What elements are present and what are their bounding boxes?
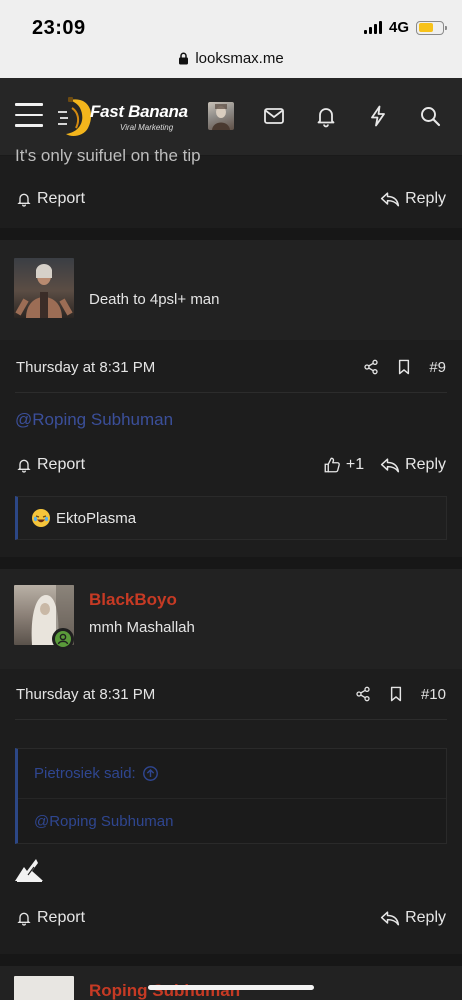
report-label: Report (37, 909, 86, 926)
post-11-userblock: Roping Subhuman (0, 966, 462, 1000)
reply-label: Reply (405, 190, 446, 207)
post-9-actions: Report +1 Reply (0, 445, 462, 485)
post-10-actions: Report Reply (0, 898, 462, 938)
post-10-meta: Thursday at 8:31 PM #10 (0, 669, 462, 719)
post-number[interactable]: #10 (421, 686, 446, 703)
quote-body: @Roping Subhuman (18, 799, 446, 843)
reply-button[interactable]: Reply (380, 456, 446, 474)
status-indicators: 4G (363, 19, 447, 36)
bell-icon (17, 193, 31, 207)
reply-label: Reply (405, 909, 446, 926)
user-mention-link[interactable]: @Roping Subhuman (15, 410, 173, 430)
site-logo[interactable]: Fast Banana Viral Marketing (58, 92, 188, 142)
user-avatar[interactable] (14, 258, 74, 318)
post-10-userblock: BlackBoyo mmh Mashallah (0, 569, 462, 669)
post-image[interactable] (14, 857, 44, 883)
quote-mention-link[interactable]: @Roping Subhuman (34, 813, 173, 830)
arrow-up-circle-icon[interactable] (142, 765, 159, 782)
home-indicator[interactable] (148, 985, 314, 990)
bell-icon (17, 459, 31, 473)
laughing-emoji-icon (32, 509, 50, 527)
quote-author[interactable]: Pietrosiek said: (34, 765, 136, 782)
bookmark-icon[interactable] (389, 686, 403, 702)
online-status-icon (52, 628, 74, 650)
bell-icon[interactable] (314, 104, 338, 128)
quote-block: Pietrosiek said: @Roping Subhuman (15, 748, 447, 844)
share-icon[interactable] (363, 359, 379, 375)
post-9-meta: Thursday at 8:31 PM #9 (0, 342, 462, 392)
ios-status-bar: 23:09 4G looksmax.me (0, 0, 462, 78)
address-bar[interactable]: looksmax.me (0, 50, 462, 67)
user-title: Death to 4psl+ man (89, 291, 220, 308)
username[interactable]: Roping Subhuman (89, 981, 240, 1000)
logo-subtitle: Viral Marketing (120, 123, 174, 132)
reply-icon (381, 911, 400, 926)
previous-post-text: It's only suifuel on the tip (15, 146, 201, 165)
logo-title: Fast Banana (90, 102, 188, 121)
reply-icon (381, 192, 400, 207)
post-date[interactable]: Thursday at 8:31 PM (16, 359, 155, 376)
report-label: Report (37, 456, 86, 473)
share-icon[interactable] (355, 686, 371, 702)
post-9-userblock: Death to 4psl+ man (0, 240, 462, 340)
previous-post-actions: Report Reply (0, 179, 462, 219)
report-label: Report (37, 190, 86, 207)
like-button[interactable]: +1 (323, 456, 364, 474)
menu-icon[interactable] (15, 103, 43, 127)
site-header: Fast Banana Viral Marketing (0, 78, 462, 156)
reply-button[interactable]: Reply (380, 909, 446, 927)
battery-icon (416, 20, 447, 35)
network-label: 4G (388, 19, 409, 36)
report-button[interactable]: Report (16, 456, 85, 474)
username[interactable]: BlackBoyo (89, 590, 177, 610)
meta-separator (15, 719, 447, 720)
account-avatar[interactable] (208, 102, 234, 130)
reactor-name[interactable]: EktoPlasma (56, 510, 136, 527)
quote-header[interactable]: Pietrosiek said: (18, 749, 446, 799)
reply-label: Reply (405, 456, 446, 473)
signal-icon (363, 21, 382, 34)
inbox-icon[interactable] (262, 104, 286, 128)
url-text: looksmax.me (195, 50, 284, 67)
reply-icon (381, 458, 400, 473)
report-button[interactable]: Report (16, 190, 85, 208)
bolt-icon[interactable] (366, 104, 390, 128)
report-button[interactable]: Report (16, 909, 85, 927)
lock-icon (179, 52, 189, 65)
post-date[interactable]: Thursday at 8:31 PM (16, 686, 155, 703)
user-title: mmh Mashallah (89, 619, 195, 636)
search-icon[interactable] (418, 104, 442, 128)
post-divider (0, 557, 462, 569)
status-time: 23:09 (32, 17, 86, 39)
reactions-bar[interactable]: EktoPlasma (15, 496, 447, 540)
post-divider (0, 228, 462, 240)
post-number[interactable]: #9 (429, 359, 446, 376)
reply-button[interactable]: Reply (380, 190, 446, 208)
user-avatar[interactable] (14, 976, 74, 1000)
bookmark-icon[interactable] (397, 359, 411, 375)
thumbs-up-icon (324, 457, 340, 473)
like-count: +1 (345, 456, 365, 473)
meta-separator (15, 392, 447, 393)
post-divider (0, 954, 462, 966)
bell-icon (17, 912, 31, 926)
